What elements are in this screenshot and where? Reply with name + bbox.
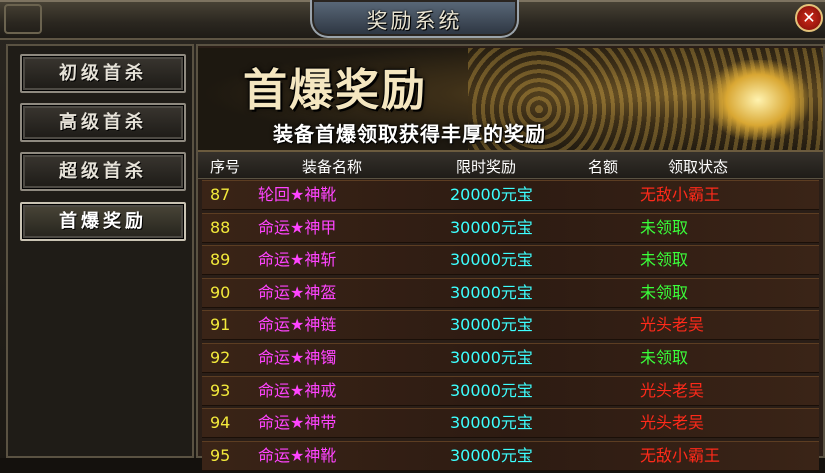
reward-amount: 30000元宝	[450, 250, 533, 270]
row-number: 89	[210, 250, 231, 270]
claim-status: 光头老吴	[640, 380, 705, 400]
sidebar-item-basic-first-kill[interactable]: 初级首杀	[20, 54, 186, 93]
equipment-name: 命运★神镯	[258, 347, 337, 367]
claim-status: 未领取	[640, 282, 689, 302]
header-quota: 名额	[588, 158, 619, 176]
row-number: 90	[210, 282, 231, 302]
claim-status: 光头老吴	[640, 413, 705, 433]
sidebar-item-first-drop-reward[interactable]: 首爆奖励	[20, 202, 186, 241]
row-number: 88	[210, 217, 231, 237]
close-icon[interactable]: ✕	[795, 4, 823, 32]
claim-status: 无敌小霸王	[640, 185, 721, 204]
claim-status: 未领取	[640, 347, 689, 367]
header-claim-status: 领取状态	[668, 158, 729, 176]
treasure-glow-image	[708, 60, 808, 140]
window-title: 奖励系统	[366, 9, 463, 33]
equipment-name: 命运★神链	[258, 315, 337, 335]
banner-subtitle: 装备首爆领取获得丰厚的奖励	[273, 122, 546, 146]
claim-status: 未领取	[640, 217, 689, 237]
sidebar-item-super-first-kill[interactable]: 超级首杀	[20, 152, 186, 191]
header-limited-reward: 限时奖励	[456, 158, 517, 176]
equipment-name: 命运★神靴	[258, 445, 337, 465]
corner-ornament-left	[4, 4, 42, 34]
reward-amount: 30000元宝	[450, 347, 533, 367]
reward-amount: 30000元宝	[450, 282, 533, 302]
reward-amount: 30000元宝	[450, 445, 533, 465]
claim-status: 未领取	[640, 250, 689, 270]
equipment-name: 命运★神斩	[258, 250, 337, 270]
reward-amount: 30000元宝	[450, 315, 533, 335]
header-equipment-name: 装备名称	[302, 158, 363, 176]
equipment-name: 命运★神带	[258, 413, 337, 433]
sidebar: 初级首杀 高级首杀 超级首杀 首爆奖励	[6, 44, 194, 458]
table-row: 90 命运★神盔 30000元宝 未领取	[202, 277, 819, 308]
claim-status: 无敌小霸王	[640, 445, 721, 465]
table-row: 91 命运★神链 30000元宝 光头老吴	[202, 310, 819, 341]
table-row: 93 命运★神戒 30000元宝 光头老吴	[202, 375, 819, 406]
reward-amount: 30000元宝	[450, 413, 533, 433]
reward-amount: 30000元宝	[450, 380, 533, 400]
row-number: 93	[210, 380, 231, 400]
title-plate: 奖励系统	[310, 0, 519, 38]
row-number: 92	[210, 347, 231, 367]
row-number: 87	[210, 185, 231, 204]
table-row: 88 命运★神甲 30000元宝 未领取	[202, 212, 819, 243]
row-number: 94	[210, 413, 231, 433]
title-bar: 奖励系统 ✕	[0, 0, 825, 40]
equipment-name: 命运★神甲	[258, 217, 337, 237]
sidebar-item-advanced-first-kill[interactable]: 高级首杀	[20, 103, 186, 142]
claim-status: 光头老吴	[640, 315, 705, 335]
table-row: 92 命运★神镯 30000元宝 未领取	[202, 342, 819, 373]
header-number: 序号	[210, 158, 241, 176]
reward-amount: 20000元宝	[450, 185, 533, 204]
reward-banner: 首爆奖励 装备首爆领取获得丰厚的奖励	[198, 48, 823, 152]
table-row: 89 命运★神斩 30000元宝 未领取	[202, 245, 819, 276]
equipment-name: 轮回★神靴	[258, 185, 337, 204]
reward-amount: 30000元宝	[450, 217, 533, 237]
table-row: 95 命运★神靴 30000元宝 无敌小霸王	[202, 440, 819, 471]
reward-table-body: 87 轮回★神靴 20000元宝 无敌小霸王 88 命运★神甲 30000元宝 未领取 89 命运…	[202, 180, 819, 473]
equipment-name: 命运★神戒	[258, 380, 337, 400]
banner-title: 首爆奖励	[243, 65, 427, 116]
row-number: 95	[210, 445, 231, 465]
reward-panel: 首爆奖励 装备首爆领取获得丰厚的奖励 序号 装备名称 限时奖励 名额 领取状态 …	[196, 44, 825, 471]
table-row: 94 命运★神带 30000元宝 光头老吴	[202, 408, 819, 439]
table-header: 序号 装备名称 限时奖励 名额 领取状态	[198, 152, 823, 179]
row-number: 91	[210, 315, 231, 335]
table-row: 87 轮回★神靴 20000元宝 无敌小霸王	[202, 180, 819, 210]
reward-system-window: 奖励系统 ✕ 初级首杀 高级首杀 超级首杀 首爆奖励 首爆奖励 装备首爆领取获得…	[0, 0, 825, 471]
equipment-name: 命运★神盔	[258, 282, 337, 302]
